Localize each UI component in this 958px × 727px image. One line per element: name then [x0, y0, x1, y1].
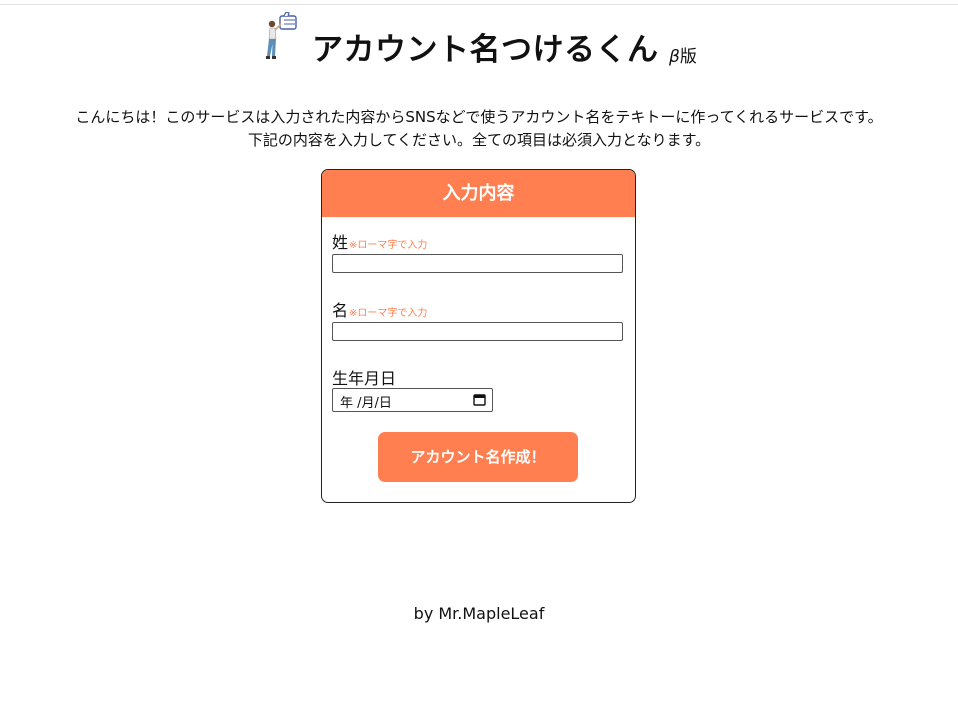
birthday-placeholder: 年 /月/日 [340, 396, 392, 411]
last-name-note: ※ローマ字で入力 [349, 240, 428, 251]
input-form-card: 入力内容 姓※ローマ字で入力 名※ローマ字で入力 生年月日 年 /月/日 アカウ… [321, 169, 636, 503]
beta-greek-letter: β [669, 47, 680, 67]
first-name-label-text: 名 [332, 301, 349, 320]
page-title: アカウント名つけるくん [312, 32, 659, 68]
intro-line-2: 下記の内容を入力してください。全ての項目は必須入力となります。 [247, 131, 711, 149]
footer-credit: by Mr.MapleLeaf [413, 604, 545, 623]
beta-label: 版 [679, 47, 697, 67]
birthday-date-input[interactable]: 年 /月/日 [332, 388, 493, 412]
create-account-name-button[interactable]: アカウント名作成！ [378, 432, 578, 482]
intro-text: こんにちは！このサービスは入力された内容からSNSなどで使うアカウント名をテキト… [0, 106, 958, 152]
first-name-label: 名※ローマ字で入力 [332, 297, 427, 321]
last-name-input[interactable] [332, 254, 623, 273]
beta-badge: β版 [669, 47, 697, 67]
last-name-label-text: 姓 [332, 233, 349, 252]
mascot-thumbs-up-icon [266, 12, 297, 59]
last-name-label: 姓※ローマ字で入力 [332, 229, 427, 253]
top-divider [0, 4, 958, 5]
first-name-note: ※ローマ字で入力 [349, 308, 428, 319]
calendar-icon[interactable] [473, 393, 486, 406]
intro-line-1: こんにちは！このサービスは入力された内容からSNSなどで使うアカウント名をテキト… [75, 108, 883, 126]
page-header: アカウント名つけるくん β版 [0, 12, 958, 72]
form-header: 入力内容 [322, 170, 635, 217]
first-name-input[interactable] [332, 322, 623, 341]
birthday-label: 生年月日 [332, 369, 397, 388]
